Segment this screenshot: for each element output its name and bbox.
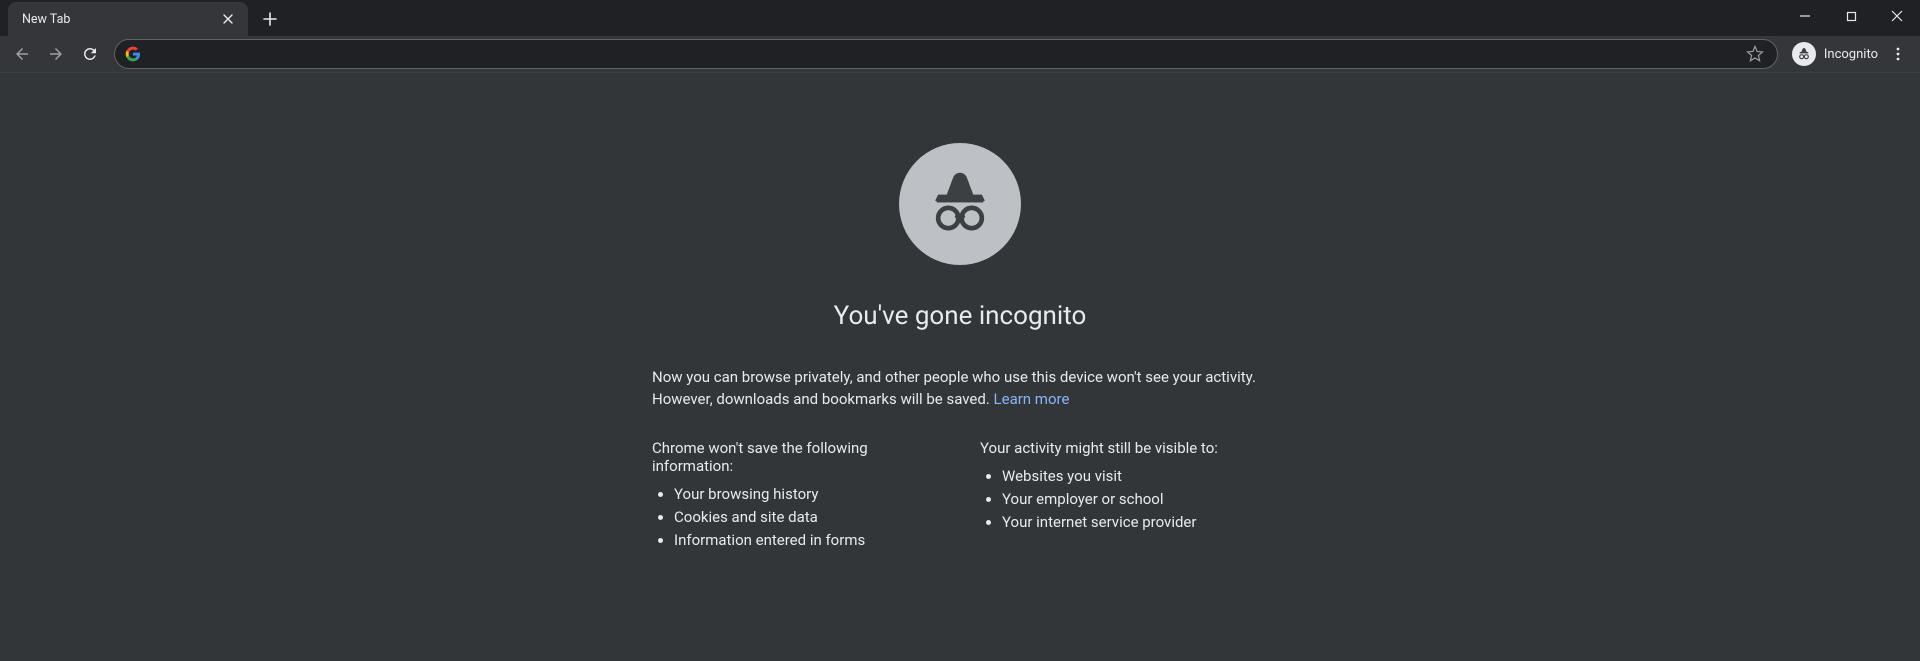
- address-bar[interactable]: [114, 39, 1778, 69]
- incognito-badge[interactable]: Incognito: [1792, 42, 1878, 66]
- tab-strip: New Tab: [0, 0, 284, 36]
- back-button[interactable]: [6, 38, 38, 70]
- list-item: Your browsing history: [674, 483, 940, 506]
- tab-active[interactable]: New Tab: [8, 2, 248, 36]
- list-item: Your internet service provider: [1002, 511, 1268, 534]
- incognito-label: Incognito: [1824, 47, 1878, 62]
- title-bar: New Tab: [0, 0, 1920, 36]
- col-visible-to: Your activity might still be visible to:…: [980, 439, 1268, 553]
- page-content: You've gone incognito Now you can browse…: [0, 73, 1920, 661]
- menu-button[interactable]: [1882, 38, 1914, 70]
- page-title: You've gone incognito: [652, 301, 1268, 331]
- lead-text: Now you can browse privately, and other …: [652, 367, 1268, 411]
- incognito-panel: You've gone incognito Now you can browse…: [652, 73, 1268, 661]
- close-window-button[interactable]: [1874, 0, 1920, 32]
- list-item: Cookies and site data: [674, 506, 940, 529]
- col2-title: Your activity might still be visible to:: [980, 439, 1268, 457]
- incognito-icon: [1792, 42, 1816, 66]
- list-item: Your employer or school: [1002, 488, 1268, 511]
- google-icon: [125, 46, 141, 62]
- incognito-hero-icon: [899, 143, 1021, 265]
- learn-more-link[interactable]: Learn more: [994, 390, 1070, 408]
- col2-list: Websites you visit Your employer or scho…: [980, 465, 1268, 535]
- maximize-button[interactable]: [1828, 0, 1874, 32]
- list-item: Websites you visit: [1002, 465, 1268, 488]
- col1-list: Your browsing history Cookies and site d…: [652, 483, 940, 553]
- tab-title: New Tab: [22, 12, 70, 27]
- address-input[interactable]: [149, 40, 1735, 68]
- window-controls: [1782, 0, 1920, 32]
- minimize-button[interactable]: [1782, 0, 1828, 32]
- col-not-saved: Chrome won't save the following informat…: [652, 439, 940, 553]
- close-tab-icon[interactable]: [220, 11, 236, 27]
- new-tab-button[interactable]: [256, 5, 284, 33]
- col1-title: Chrome won't save the following informat…: [652, 439, 940, 475]
- info-columns: Chrome won't save the following informat…: [652, 439, 1268, 553]
- lead-text-body: Now you can browse privately, and other …: [652, 368, 1256, 408]
- list-item: Information entered in forms: [674, 529, 940, 552]
- bookmark-star-icon[interactable]: [1743, 42, 1767, 66]
- toolbar: Incognito: [0, 36, 1920, 73]
- reload-button[interactable]: [74, 38, 106, 70]
- forward-button[interactable]: [40, 38, 72, 70]
